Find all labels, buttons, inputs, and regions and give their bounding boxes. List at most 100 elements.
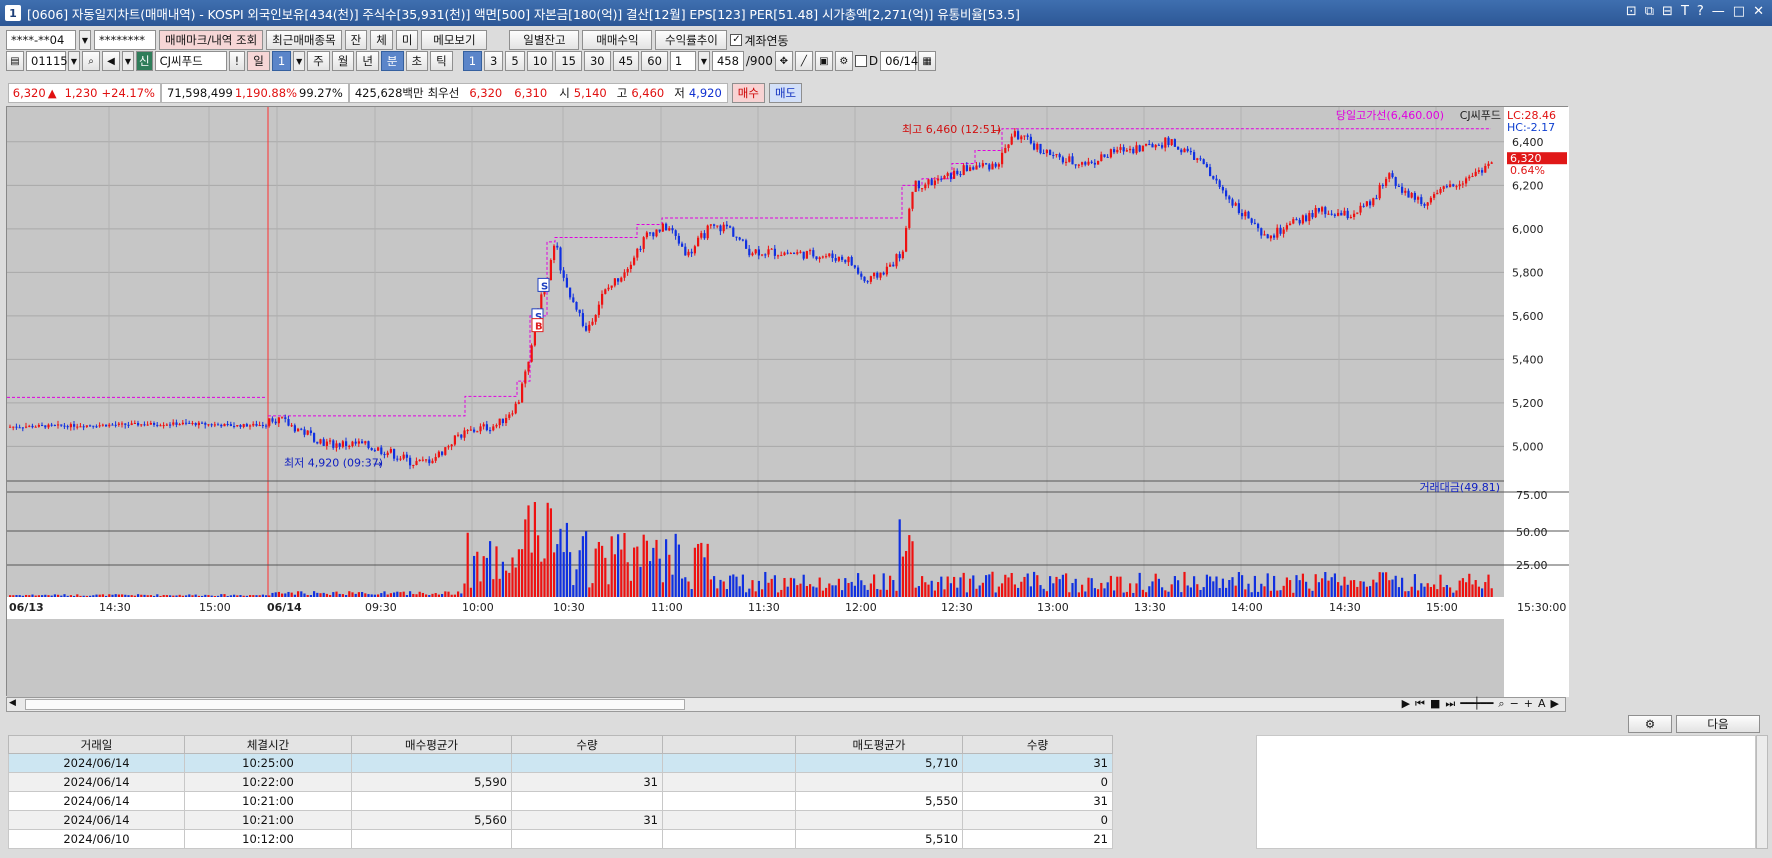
table-scrollbar[interactable] bbox=[1756, 735, 1768, 849]
period-year-button[interactable]: 년 bbox=[356, 51, 379, 71]
save-icon[interactable]: ▣ bbox=[814, 51, 833, 71]
next-page-button[interactable]: 다음 bbox=[1676, 715, 1760, 733]
buy-button[interactable]: 매수 bbox=[731, 83, 765, 103]
gear-icon[interactable]: ⚙ bbox=[834, 51, 853, 71]
fast-forward-icon[interactable]: ⏭ bbox=[1445, 697, 1455, 711]
draw-icon[interactable]: ╱ bbox=[794, 51, 813, 71]
volume-bar bbox=[393, 592, 396, 597]
table-row[interactable]: 2024/06/14 10:22:00 5,590 31 0 bbox=[8, 772, 1113, 792]
chart-panel[interactable]: 6,400 6,200 6,000 5,800 5,600 5,400 5,200 5,000… bbox=[6, 106, 1569, 697]
interval-45-button[interactable]: 45 bbox=[612, 51, 640, 71]
chevron-down-icon[interactable]: ▼ bbox=[68, 51, 80, 71]
unit-tick-button[interactable]: 틱 bbox=[430, 51, 453, 71]
sell-button[interactable]: 매도 bbox=[768, 83, 803, 103]
col-buy-avg[interactable]: 매수평균가 bbox=[351, 735, 512, 754]
unfilled-button[interactable]: 미 bbox=[395, 30, 419, 50]
chevron-down-icon[interactable]: ▼ bbox=[697, 51, 710, 71]
period-month-button[interactable]: 월 bbox=[331, 51, 355, 71]
count-select[interactable]: 1 bbox=[669, 51, 696, 71]
period-day-button[interactable]: 일 bbox=[247, 51, 270, 71]
zoom-in-icon[interactable]: + bbox=[1524, 697, 1533, 711]
zoom-icon[interactable]: ⌕ bbox=[1498, 697, 1504, 711]
chart-scrollbar[interactable]: ◀ ▶ ⏮ ■ ⏭ ━━┿━━ ⌕ − + A ▶ bbox=[6, 697, 1566, 712]
balance-button[interactable]: 잔 bbox=[344, 30, 368, 50]
scroll-left-icon[interactable]: ◀ bbox=[9, 698, 16, 708]
candle-body bbox=[581, 313, 584, 326]
pin-icon[interactable]: ⊡ bbox=[1626, 4, 1637, 19]
settings-icon[interactable]: ⚙ bbox=[1628, 715, 1672, 733]
unit-second-button[interactable]: 초 bbox=[405, 51, 429, 71]
interval-60-button[interactable]: 60 bbox=[641, 51, 668, 71]
candle-body bbox=[1202, 159, 1205, 165]
font-icon[interactable]: T bbox=[1681, 4, 1689, 19]
bar-count-input[interactable]: 458 bbox=[711, 51, 744, 71]
volume-bar bbox=[233, 594, 236, 597]
candle-body bbox=[937, 178, 940, 181]
col-exec-time[interactable]: 체결시간 bbox=[184, 735, 352, 754]
interval-30-button[interactable]: 30 bbox=[583, 51, 611, 71]
interval-5-button[interactable]: 5 bbox=[505, 51, 525, 71]
search-icon[interactable]: ⌕ bbox=[82, 51, 100, 71]
calendar-icon[interactable]: ▦ bbox=[918, 51, 937, 71]
col-buy-qty[interactable]: 수량 bbox=[511, 735, 663, 754]
date-input[interactable]: 06/14 bbox=[880, 51, 918, 71]
chevron-down-icon[interactable]: ▼ bbox=[293, 51, 306, 71]
interval-1-button[interactable]: 1 bbox=[462, 51, 483, 71]
copy-icon[interactable]: ⧉ bbox=[1645, 4, 1654, 19]
return-trend-button[interactable]: 수익률추이 bbox=[655, 30, 728, 50]
col-sell-avg[interactable]: 매도평균가 bbox=[795, 735, 963, 754]
col-sell-qty[interactable]: 수량 bbox=[962, 735, 1113, 754]
stock-name-field[interactable]: CJ씨푸드 bbox=[154, 51, 227, 71]
date-checkbox[interactable] bbox=[854, 55, 867, 67]
scroll-right-icon[interactable]: ▶ bbox=[1551, 697, 1559, 711]
trade-mark-button[interactable]: 매매마크/내역 조회 bbox=[159, 30, 264, 50]
candle-body bbox=[565, 277, 568, 288]
table-row[interactable]: 2024/06/10 10:12:00 5,510 21 bbox=[8, 829, 1113, 849]
col-trade-date[interactable]: 거래일 bbox=[8, 735, 185, 754]
period-week-button[interactable]: 주 bbox=[307, 51, 330, 71]
speaker-icon[interactable]: ◀ bbox=[102, 51, 120, 71]
text-size-icon[interactable]: A bbox=[1538, 697, 1546, 711]
interval-15-button[interactable]: 15 bbox=[555, 51, 582, 71]
maximize-button[interactable]: □ bbox=[1733, 4, 1745, 19]
unit-minute-button[interactable]: 분 bbox=[380, 51, 404, 71]
tools-icon[interactable]: ✥ bbox=[774, 51, 793, 71]
executed-button[interactable]: 체 bbox=[370, 30, 393, 50]
zoom-slider-icon[interactable]: ━━┿━━ bbox=[1460, 697, 1493, 711]
sidebar-toggle-icon[interactable]: ▤ bbox=[6, 51, 24, 71]
account-select[interactable]: ****-**04 bbox=[6, 30, 76, 50]
scrollbar-thumb[interactable] bbox=[25, 699, 685, 710]
volume-bar bbox=[239, 594, 242, 597]
minimize-button[interactable]: — bbox=[1712, 4, 1725, 19]
stop-icon[interactable]: ■ bbox=[1430, 697, 1440, 711]
table-row[interactable]: 2024/06/14 10:21:00 5,550 31 bbox=[8, 791, 1113, 811]
volume-bar bbox=[511, 557, 514, 597]
daily-balance-button[interactable]: 일별잔고 bbox=[509, 30, 580, 50]
period-number-select[interactable]: 1 bbox=[271, 51, 292, 71]
layout-icon[interactable]: ⊟ bbox=[1662, 4, 1673, 19]
recent-trades-button[interactable]: 최근매매종목 bbox=[266, 30, 342, 50]
chevron-down-icon[interactable]: ▼ bbox=[79, 30, 91, 50]
rewind-icon[interactable]: ⏮ bbox=[1415, 697, 1425, 711]
checkmark-icon[interactable]: ✓ bbox=[730, 34, 743, 46]
table-cell bbox=[351, 829, 512, 849]
info-button[interactable]: ! bbox=[228, 51, 246, 71]
zoom-out-icon[interactable]: − bbox=[1510, 697, 1519, 711]
account-link-checkbox[interactable]: ✓ 계좌연동 bbox=[730, 32, 789, 49]
interval-10-button[interactable]: 10 bbox=[526, 51, 554, 71]
memo-button[interactable]: 메모보기 bbox=[421, 30, 488, 50]
interval-3-button[interactable]: 3 bbox=[484, 51, 504, 71]
candle-body bbox=[1273, 235, 1276, 238]
table-row[interactable]: 2024/06/14 10:25:00 5,710 31 bbox=[8, 753, 1113, 773]
candle-body bbox=[764, 254, 767, 256]
price-chart[interactable]: 6,400 6,200 6,000 5,800 5,600 5,400 5,200 5,000… bbox=[7, 107, 1569, 697]
close-button[interactable]: ✕ bbox=[1753, 4, 1764, 19]
trade-profit-button[interactable]: 매매수익 bbox=[582, 30, 653, 50]
help-icon[interactable]: ? bbox=[1697, 4, 1704, 19]
next-icon[interactable]: ▶ bbox=[1402, 697, 1410, 711]
stock-code-input[interactable]: 011150 bbox=[26, 51, 75, 71]
candle-body bbox=[1042, 153, 1045, 155]
chevron-down-icon[interactable]: ▼ bbox=[122, 51, 134, 71]
table-row[interactable]: 2024/06/14 10:21:00 5,560 31 0 bbox=[8, 810, 1113, 830]
password-field[interactable]: ******** bbox=[94, 30, 156, 50]
